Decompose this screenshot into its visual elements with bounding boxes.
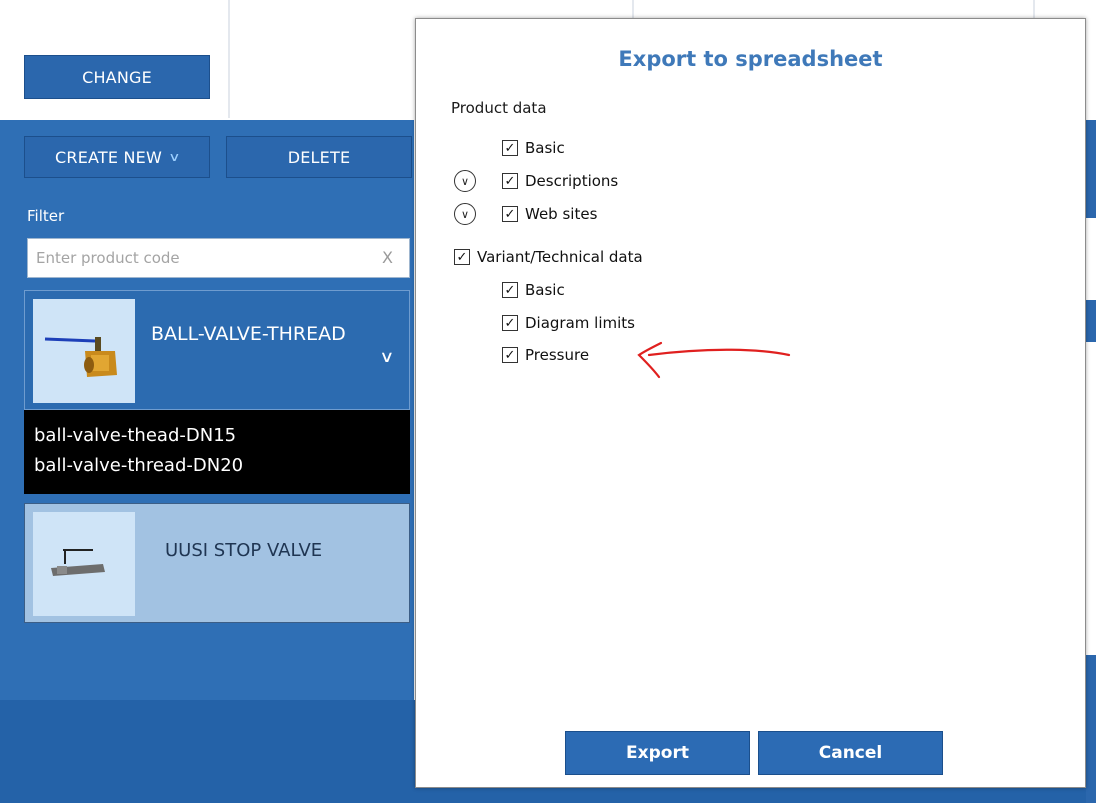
- product-code-input[interactable]: [27, 238, 410, 278]
- checkbox-label: Descriptions: [525, 172, 619, 190]
- delete-button[interactable]: DELETE: [226, 136, 412, 178]
- checkbox[interactable]: ✓: [502, 315, 518, 331]
- checkbox-label: Basic: [525, 139, 565, 157]
- checkbox-label: Web sites: [525, 205, 598, 223]
- dialog-title: Export to spreadsheet: [618, 47, 883, 71]
- checkbox-row-web-sites[interactable]: ✓ Web sites: [502, 205, 597, 223]
- red-arrow-annotation: [637, 341, 791, 379]
- right-strip-band: [1086, 300, 1096, 342]
- product-title: BALL-VALVE-THREAD: [151, 323, 346, 345]
- clear-filter-icon[interactable]: X: [382, 248, 393, 267]
- product-thumbnail: [33, 512, 135, 616]
- change-button[interactable]: CHANGE: [24, 55, 210, 99]
- checkbox[interactable]: ✓: [502, 140, 518, 156]
- checkbox[interactable]: ✓: [502, 347, 518, 363]
- checkbox-row-pressure[interactable]: ✓ Pressure: [502, 346, 589, 364]
- right-strip-band: [1086, 120, 1096, 218]
- divider: [228, 0, 230, 118]
- checkbox[interactable]: ✓: [454, 249, 470, 265]
- expand-web-sites-icon[interactable]: ∨: [454, 203, 476, 225]
- variant-item[interactable]: ball-valve-thread-DN20: [24, 454, 410, 484]
- cancel-button-label: Cancel: [818, 743, 883, 763]
- product-title: UUSI STOP VALVE: [165, 540, 323, 561]
- checkbox-row-variant-basic[interactable]: ✓ Basic: [502, 281, 565, 299]
- product-card-ball-valve-thread[interactable]: BALL-VALVE-THREAD ∨: [24, 290, 410, 410]
- filter-label: Filter: [27, 207, 65, 225]
- create-new-label: CREATE NEW: [55, 147, 162, 167]
- checkbox-label: Diagram limits: [525, 314, 635, 332]
- ball-valve-image: [44, 337, 117, 377]
- variant-item[interactable]: ball-valve-thead-DN15: [24, 424, 410, 454]
- checkbox-label: Basic: [525, 281, 565, 299]
- change-button-label: CHANGE: [82, 67, 152, 87]
- export-dialog: Export to spreadsheet Product data ✓ Bas…: [415, 18, 1086, 788]
- checkbox-row-diagram-limits[interactable]: ✓ Diagram limits: [502, 314, 635, 332]
- checkbox-row-product-basic[interactable]: ✓ Basic: [502, 139, 565, 157]
- product-data-heading: Product data: [451, 99, 547, 117]
- create-new-button[interactable]: CREATE NEW ∨: [24, 136, 210, 178]
- checkbox-label: Variant/Technical data: [477, 248, 643, 266]
- checkbox-row-variant-technical[interactable]: ✓ Variant/Technical data: [454, 248, 643, 266]
- product-thumbnail: [33, 299, 135, 403]
- export-button-label: Export: [626, 743, 689, 763]
- right-strip-band: [1086, 655, 1096, 803]
- checkbox-label: Pressure: [525, 346, 590, 364]
- chevron-down-icon: ∨: [168, 150, 181, 164]
- chevron-down-icon[interactable]: ∨: [379, 347, 394, 366]
- checkbox[interactable]: ✓: [502, 206, 518, 222]
- checkbox[interactable]: ✓: [502, 282, 518, 298]
- checkbox-row-descriptions[interactable]: ✓ Descriptions: [502, 172, 618, 190]
- expand-descriptions-icon[interactable]: ∨: [454, 170, 476, 192]
- variant-list: ball-valve-thead-DN15 ball-valve-thread-…: [24, 410, 410, 494]
- stop-valve-image: [51, 549, 105, 576]
- delete-label: DELETE: [287, 147, 351, 167]
- cancel-button[interactable]: Cancel: [758, 731, 943, 775]
- export-button[interactable]: Export: [565, 731, 750, 775]
- product-card-uusi-stop-valve[interactable]: UUSI STOP VALVE: [24, 503, 410, 623]
- checkbox[interactable]: ✓: [502, 173, 518, 189]
